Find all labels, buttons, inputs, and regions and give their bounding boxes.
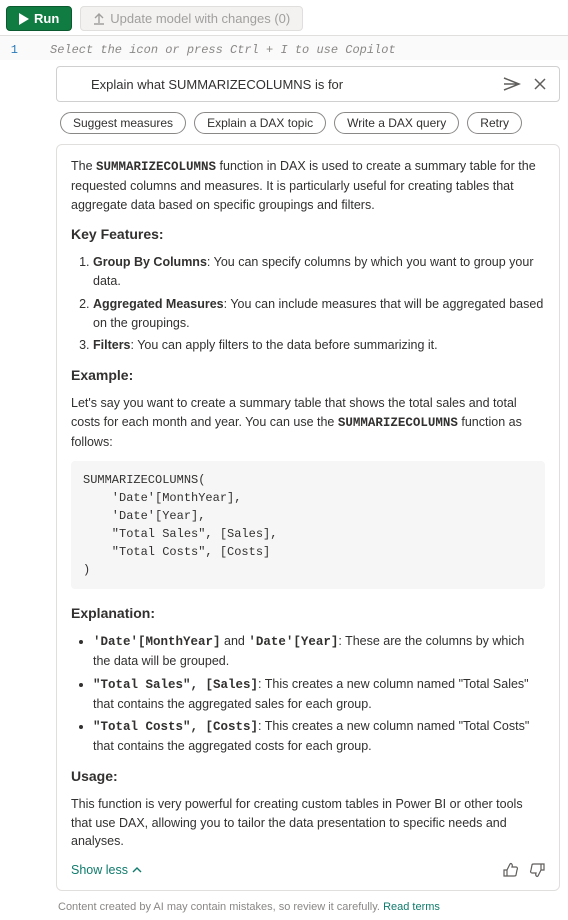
list-item: Filters: You can apply filters to the da… xyxy=(93,336,545,355)
send-icon xyxy=(503,77,521,91)
example-heading: Example: xyxy=(71,365,545,386)
copilot-icon[interactable] xyxy=(26,42,42,58)
run-label: Run xyxy=(34,11,59,26)
update-model-button: Update model with changes (0) xyxy=(80,6,303,31)
line-number: 1 xyxy=(6,43,18,57)
list-item: Aggregated Measures: You can include mea… xyxy=(93,295,545,333)
code-block: SUMMARIZECOLUMNS( 'Date'[MonthYear], 'Da… xyxy=(71,461,545,589)
usage-heading: Usage: xyxy=(71,766,545,787)
features-list: Group By Columns: You can specify column… xyxy=(71,253,545,355)
explanation-list: 'Date'[MonthYear] and 'Date'[Year]: Thes… xyxy=(71,632,545,756)
example-intro: Let's say you want to create a summary t… xyxy=(71,394,545,451)
chip-retry[interactable]: Retry xyxy=(467,112,522,134)
list-item: 'Date'[MonthYear] and 'Date'[Year]: Thes… xyxy=(93,632,545,671)
key-features-heading: Key Features: xyxy=(71,224,545,245)
prompt-input[interactable] xyxy=(91,77,493,92)
thumbs-up-icon[interactable] xyxy=(503,862,519,878)
play-icon xyxy=(19,13,29,25)
disclaimer: Content created by AI may contain mistak… xyxy=(56,891,560,917)
list-item: "Total Costs", [Costs]: This creates a n… xyxy=(93,717,545,756)
intro-paragraph: The SUMMARIZECOLUMNS function in DAX is … xyxy=(71,157,545,214)
upload-icon xyxy=(93,13,105,25)
read-terms-link[interactable]: Read terms xyxy=(383,901,440,913)
close-button[interactable] xyxy=(531,75,549,93)
response-card: The SUMMARIZECOLUMNS function in DAX is … xyxy=(56,144,560,891)
card-footer: Show less xyxy=(71,861,545,880)
send-button[interactable] xyxy=(501,75,523,93)
copilot-icon xyxy=(67,76,83,92)
chip-write-query[interactable]: Write a DAX query xyxy=(334,112,459,134)
chevron-up-icon xyxy=(132,865,142,875)
explanation-heading: Explanation: xyxy=(71,603,545,624)
thumbs-down-icon[interactable] xyxy=(529,862,545,878)
panel-header xyxy=(56,66,560,102)
feedback-controls xyxy=(503,862,545,878)
list-item: Group By Columns: You can specify column… xyxy=(93,253,545,291)
usage-text: This function is very powerful for creat… xyxy=(71,795,545,851)
list-item: "Total Sales", [Sales]: This creates a n… xyxy=(93,675,545,714)
close-icon xyxy=(533,77,547,91)
run-button[interactable]: Run xyxy=(6,6,72,31)
update-label: Update model with changes (0) xyxy=(110,11,290,26)
chip-explain-dax[interactable]: Explain a DAX topic xyxy=(194,112,326,134)
suggestion-chips: Suggest measures Explain a DAX topic Wri… xyxy=(56,102,560,144)
copilot-panel: Suggest measures Explain a DAX topic Wri… xyxy=(56,66,560,917)
editor-placeholder: Select the icon or press Ctrl + I to use… xyxy=(50,43,396,57)
toolbar: Run Update model with changes (0) xyxy=(0,0,568,35)
chip-suggest-measures[interactable]: Suggest measures xyxy=(60,112,186,134)
editor-row[interactable]: 1 Select the icon or press Ctrl + I to u… xyxy=(0,35,568,60)
show-less-button[interactable]: Show less xyxy=(71,861,142,880)
